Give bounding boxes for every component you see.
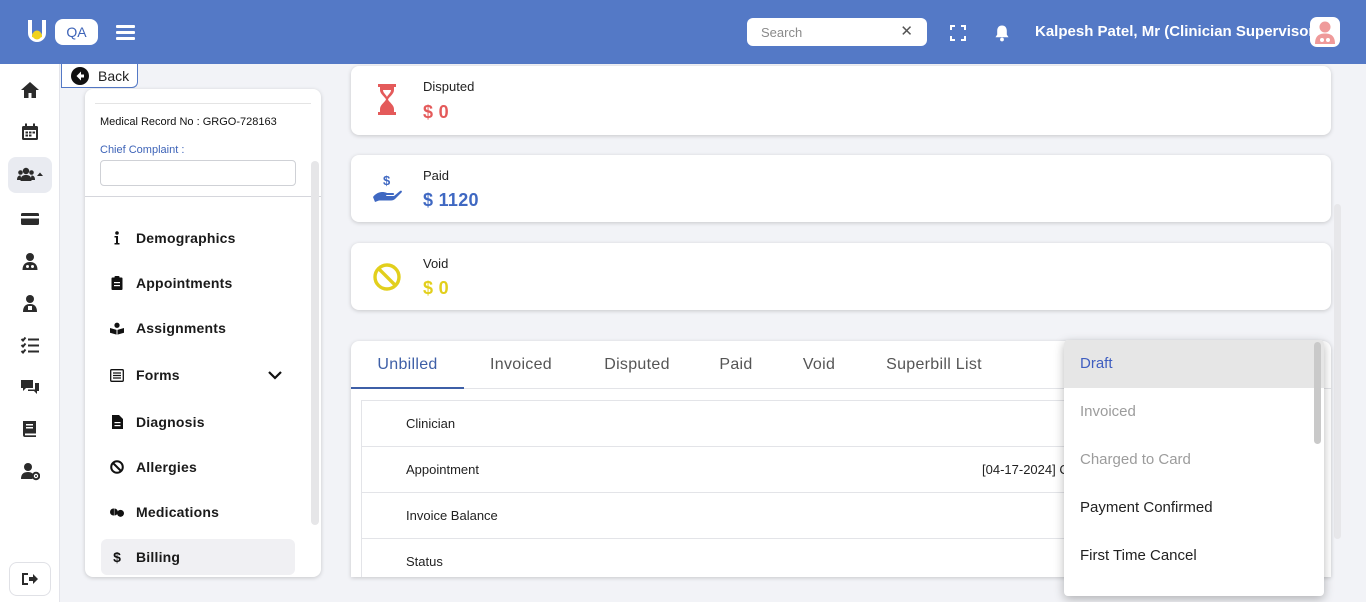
dropdown-scrollbar[interactable]: [1314, 342, 1321, 444]
hamburger-menu-icon[interactable]: [116, 24, 136, 41]
tab-void[interactable]: Void: [794, 341, 844, 389]
notification-bell-icon[interactable]: [993, 24, 1011, 42]
row-label: Invoice Balance: [406, 508, 498, 523]
user-settings-icon[interactable]: [8, 453, 52, 489]
pills-icon: [110, 505, 124, 519]
arrow-left-circle-icon: [71, 66, 89, 85]
status-dropdown-menu: Draft Invoiced Charged to Card Payment C…: [1064, 340, 1324, 596]
tab-paid[interactable]: Paid: [711, 341, 761, 389]
chief-complaint-input[interactable]: [100, 160, 296, 186]
icon-sidebar: [0, 64, 60, 602]
nav-label: Medications: [136, 504, 220, 520]
top-header: QA ✕ Kalpesh Patel, Mr (Clinician Superv…: [0, 0, 1366, 64]
book-icon[interactable]: [8, 411, 52, 447]
nav-label: Billing: [136, 549, 181, 565]
back-button[interactable]: Back: [61, 64, 138, 88]
dollar-icon: $: [113, 549, 121, 565]
nav-item-appointments[interactable]: Appointments: [101, 265, 295, 301]
row-label: Appointment: [406, 462, 479, 477]
patient-panel: Medical Record No : GRGO-728163 Chief Co…: [85, 89, 321, 577]
nav-item-medications[interactable]: Medications: [101, 494, 295, 530]
back-label: Back: [98, 67, 130, 84]
status-option-payment-confirmed[interactable]: Payment Confirmed: [1064, 484, 1324, 532]
fullscreen-icon[interactable]: [950, 25, 966, 41]
chat-icon[interactable]: [8, 369, 52, 405]
paid-amount: $ 1120: [423, 190, 479, 210]
logout-icon: [22, 573, 38, 585]
search-box: ✕: [747, 18, 927, 46]
disputed-card: Disputed $ 0: [351, 66, 1331, 135]
status-option-first-time-cancel[interactable]: First Time Cancel: [1064, 532, 1324, 580]
disputed-amount: $ 0: [423, 102, 449, 122]
user-name[interactable]: Kalpesh Patel, Mr (Clinician Supervisor): [1035, 22, 1319, 42]
status-option-invoiced: Invoiced: [1080, 403, 1136, 420]
nav-label: Demographics: [136, 230, 236, 246]
ban-icon: [110, 460, 124, 474]
environment-badge: QA: [55, 19, 98, 45]
clinician-icon[interactable]: [8, 243, 52, 279]
svg-text:$: $: [383, 173, 391, 188]
chief-complaint-label: Chief Complaint :: [100, 144, 185, 156]
info-icon: [110, 231, 124, 245]
tab-unbilled[interactable]: Unbilled: [351, 341, 464, 389]
panel-scrollbar[interactable]: [311, 161, 319, 525]
disputed-label: Disputed: [423, 79, 475, 94]
void-amount: $ 0: [423, 278, 449, 298]
search-input[interactable]: [761, 23, 901, 41]
divider: [95, 103, 311, 104]
file-icon: [110, 415, 124, 429]
tab-superbill-list[interactable]: Superbill List: [878, 341, 990, 389]
calendar-icon[interactable]: [8, 114, 52, 150]
medical-record-number: Medical Record No : GRGO-728163: [100, 116, 277, 128]
user-avatar[interactable]: [1310, 17, 1340, 47]
paid-label: Paid: [423, 168, 450, 183]
hourglass-icon: [378, 84, 396, 115]
ban-icon: [373, 263, 401, 291]
row-label: Clinician: [406, 416, 456, 431]
status-option-charged-to-card: Charged to Card: [1080, 451, 1191, 468]
nav-item-forms[interactable]: Forms: [101, 357, 295, 393]
row-value: [04-17-2024] C: [982, 462, 1069, 477]
credit-card-icon[interactable]: [8, 201, 52, 237]
void-card: Void $ 0: [351, 243, 1331, 310]
patients-group-icon[interactable]: [8, 157, 52, 193]
staff-badge-icon[interactable]: [8, 285, 52, 321]
nav-label: Appointments: [136, 275, 233, 291]
nav-item-billing[interactable]: $ Billing: [101, 539, 295, 575]
clipboard-icon: [110, 276, 124, 290]
status-option-draft[interactable]: Draft: [1064, 340, 1324, 388]
content-scrollbar[interactable]: [1334, 204, 1341, 539]
nav-item-allergies[interactable]: Allergies: [101, 449, 295, 485]
void-label: Void: [423, 256, 449, 271]
form-list-icon: [110, 368, 124, 382]
chevron-down-icon[interactable]: [267, 369, 283, 381]
nav-label: Allergies: [136, 459, 197, 475]
task-list-icon[interactable]: [8, 327, 52, 363]
hand-dollar-icon: $: [373, 173, 402, 202]
app-logo: [28, 20, 46, 42]
paid-card: $ Paid $ 1120: [351, 155, 1331, 222]
avatar-person-icon: [1315, 21, 1335, 44]
nav-label: Assignments: [136, 320, 227, 336]
logout-button[interactable]: [9, 562, 51, 596]
book-user-icon: [110, 321, 124, 335]
row-label: Status: [406, 554, 443, 569]
nav-item-assignments[interactable]: Assignments: [101, 310, 295, 346]
tab-disputed[interactable]: Disputed: [591, 341, 683, 389]
nav-item-diagnosis[interactable]: Diagnosis: [101, 404, 295, 440]
nav-label: Forms: [136, 367, 180, 383]
home-icon[interactable]: [8, 72, 52, 108]
nav-label: Diagnosis: [136, 414, 205, 430]
tab-invoiced[interactable]: Invoiced: [473, 341, 569, 389]
search-clear-icon[interactable]: ✕: [900, 24, 913, 39]
nav-item-demographics[interactable]: Demographics: [101, 220, 295, 256]
divider: [85, 196, 321, 197]
